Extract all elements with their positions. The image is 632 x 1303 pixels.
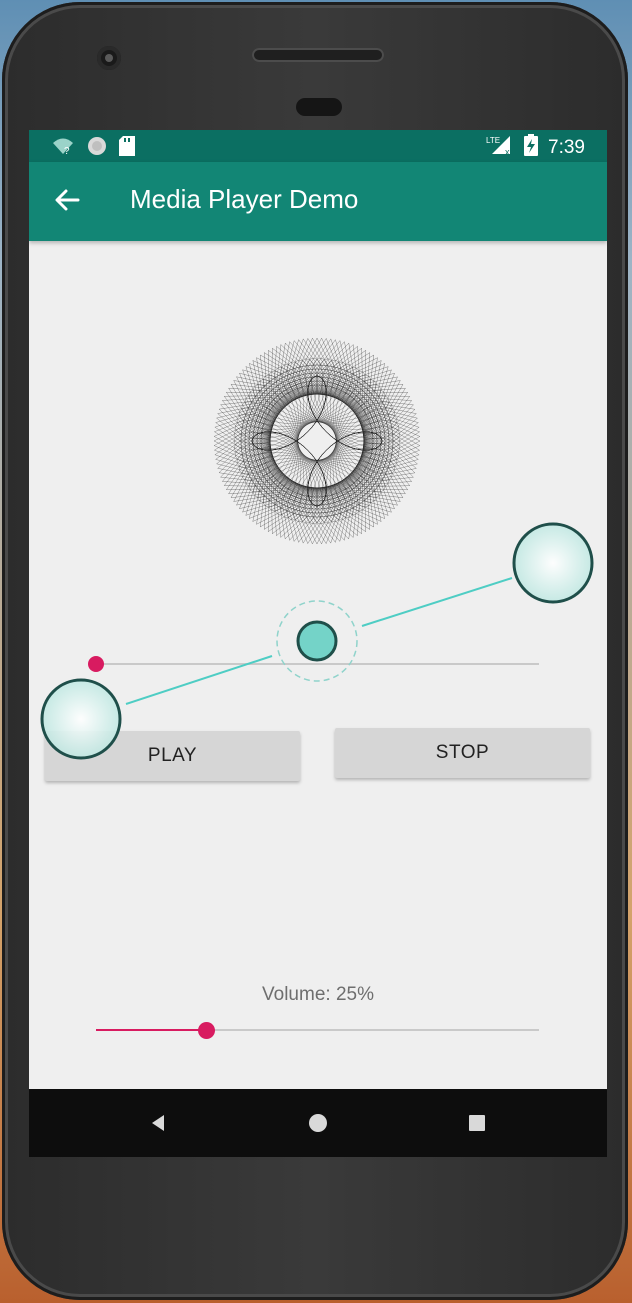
app-bar: Media Player Demo xyxy=(29,162,607,241)
front-camera xyxy=(97,46,121,70)
navigation-bar xyxy=(29,1089,607,1157)
play-button[interactable]: PLAY xyxy=(45,731,300,781)
volume-slider-fill xyxy=(96,1029,207,1031)
back-button[interactable] xyxy=(47,182,87,222)
app-title: Media Player Demo xyxy=(130,184,359,214)
nav-recents-icon[interactable] xyxy=(465,1111,489,1135)
volume-label: Volume: 25% xyxy=(262,984,374,1005)
stop-button[interactable]: STOP xyxy=(335,728,590,778)
lte-signal-icon: LTE x xyxy=(486,134,514,161)
proximity-sensor xyxy=(296,98,342,116)
nav-home-icon[interactable] xyxy=(306,1111,330,1135)
status-right-icons: LTE x 7:39 xyxy=(486,134,585,161)
earpiece-speaker xyxy=(252,48,384,62)
battery-charging-icon xyxy=(524,134,539,161)
svg-text:x: x xyxy=(505,147,510,156)
arrow-back-icon xyxy=(54,189,80,216)
device-screen: ? LTE x 7:39 Media Player Demo PLAY STOP… xyxy=(29,130,607,1157)
nav-back-icon[interactable] xyxy=(146,1111,170,1135)
status-time: 7:39 xyxy=(548,136,585,158)
seek-bar-track[interactable] xyxy=(96,663,539,665)
lte-label: LTE xyxy=(486,136,500,145)
sync-icon xyxy=(87,136,107,161)
volume-slider-thumb[interactable] xyxy=(198,1022,216,1039)
status-left-icons: ? xyxy=(51,136,135,161)
status-bar: ? LTE x 7:39 xyxy=(29,130,607,162)
spirograph-artwork xyxy=(212,336,422,546)
sd-card-icon xyxy=(119,136,135,161)
seek-bar-thumb[interactable] xyxy=(88,656,104,672)
wifi-unknown-icon: ? xyxy=(51,136,75,161)
svg-text:?: ? xyxy=(64,146,70,156)
